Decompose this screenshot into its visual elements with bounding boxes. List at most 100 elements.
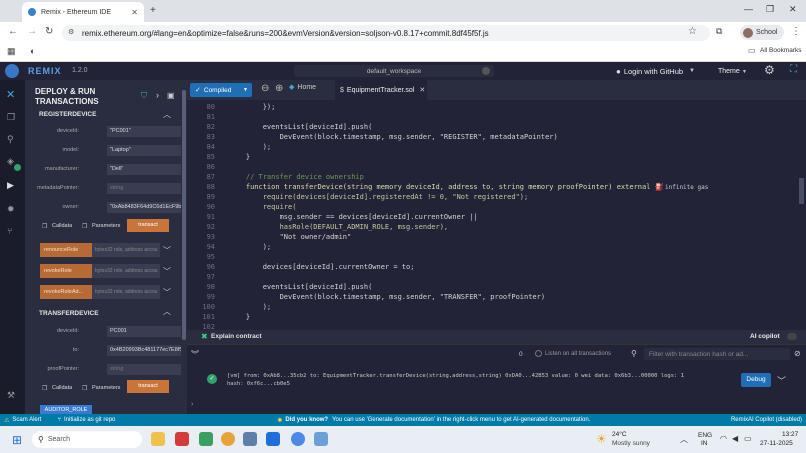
- code-line[interactable]: require(devices[deviceId].registeredAt !…: [229, 193, 529, 201]
- search-icon[interactable]: ⚲: [631, 349, 637, 358]
- copy-calldata-icon[interactable]: ❐: [42, 385, 47, 392]
- windows-start-icon[interactable]: ⊞: [12, 433, 22, 447]
- collapse-up-icon[interactable]: ︿: [163, 109, 171, 120]
- renounce-role-button[interactable]: renounceRole: [40, 243, 92, 257]
- browser-menu-icon[interactable]: ⋮: [791, 26, 801, 37]
- app-red-taskbar-icon[interactable]: [175, 432, 189, 446]
- search-icon[interactable]: ⚲: [7, 134, 14, 145]
- settings-gear-icon[interactable]: ⚙: [764, 63, 775, 77]
- wifi-icon[interactable]: ◠: [720, 434, 727, 443]
- notepad-taskbar-icon[interactable]: [314, 432, 328, 446]
- chrome-active-taskbar-icon[interactable]: [291, 432, 305, 446]
- new-tab-icon[interactable]: +: [150, 5, 156, 16]
- copy-parameters-icon[interactable]: ❐: [82, 223, 87, 230]
- browser-tab[interactable]: Remix - Ethereum IDE ✕: [22, 2, 144, 22]
- workspace-menu-icon[interactable]: [482, 67, 490, 75]
- url-input[interactable]: ⚙ remix.ethereum.org/#lang=en&optimize=f…: [62, 25, 710, 41]
- register-model-input[interactable]: "Laptop": [107, 145, 181, 156]
- code-line[interactable]: DevEvent(block.timestamp, msg.sender, "R…: [229, 133, 558, 141]
- code-line[interactable]: );: [229, 143, 271, 151]
- transfer-deviceid-input[interactable]: PC001: [107, 326, 181, 337]
- workspace-selector[interactable]: default_workspace: [294, 65, 494, 77]
- listen-checkbox[interactable]: [535, 350, 542, 357]
- reload-icon[interactable]: ↻: [45, 26, 53, 37]
- app-green-taskbar-icon[interactable]: [199, 432, 213, 446]
- tx-line-1[interactable]: [vm] from: 0xAb8...35cb2 to: EquipmentTr…: [227, 373, 684, 379]
- forward-icon[interactable]: →: [27, 26, 37, 37]
- taskbar-search-box[interactable]: ⚲ Search: [32, 431, 142, 448]
- fullscreen-icon[interactable]: ⛶: [790, 64, 797, 75]
- git-icon[interactable]: ⑂: [7, 226, 12, 236]
- debugger-icon[interactable]: ✹: [7, 204, 15, 215]
- zoom-in-icon[interactable]: ⊕: [275, 83, 283, 94]
- register-owner-input[interactable]: "0xAb8483F64d9C6d1EcF9b849Ae6: [107, 202, 181, 213]
- tx-line-2[interactable]: hash: 0xf6c...cb0e5: [227, 381, 290, 387]
- terminal-prompt-icon[interactable]: ›: [191, 401, 193, 408]
- tray-chevron-up-icon[interactable]: ︿: [680, 434, 688, 445]
- copy-calldata-icon[interactable]: ❐: [42, 223, 47, 230]
- shield-icon[interactable]: ⛉: [141, 91, 147, 101]
- file-explorer-taskbar-icon[interactable]: [151, 432, 165, 446]
- code-line[interactable]: function transferDevice(string memory de…: [229, 183, 659, 191]
- explain-contract-button[interactable]: Explain contract: [211, 333, 262, 340]
- renounce-role-input[interactable]: bytes32 role, address accou: [92, 243, 160, 257]
- chevron-down-icon[interactable]: ﹀: [163, 266, 171, 277]
- chevron-down-icon[interactable]: ﹀: [163, 245, 171, 256]
- all-bookmarks-link[interactable]: All Bookmarks: [760, 47, 802, 54]
- calldata-label[interactable]: Calldata: [52, 385, 72, 391]
- transfer-proof-input[interactable]: string: [107, 364, 181, 375]
- code-line[interactable]: });: [229, 103, 276, 111]
- calldata-label[interactable]: Calldata: [52, 223, 72, 229]
- clock-date[interactable]: 27-11-2025: [760, 440, 793, 447]
- remix-home-icon[interactable]: ✕: [6, 88, 15, 101]
- code-line[interactable]: // Transfer device ownership: [229, 173, 364, 181]
- revoke-role-button[interactable]: revokeRole: [40, 264, 92, 278]
- compile-button[interactable]: ✓ Compiled ▼: [190, 83, 252, 97]
- expand-tx-icon[interactable]: ﹀: [777, 374, 786, 387]
- chevron-down-icon[interactable]: ﹀: [163, 287, 171, 298]
- dock-panel-icon[interactable]: ▣: [167, 91, 175, 100]
- maximize-icon[interactable]: ❐: [766, 4, 774, 15]
- weather-icon[interactable]: ☀: [596, 432, 607, 446]
- register-transact-button[interactable]: transact: [127, 219, 169, 232]
- outlook-taskbar-icon[interactable]: [266, 432, 280, 446]
- apps-grid-icon[interactable]: ▦: [7, 46, 16, 57]
- chevron-down-icon[interactable]: ▼: [243, 87, 248, 93]
- copy-parameters-icon[interactable]: ❐: [82, 385, 87, 392]
- tab-equipment-tracker[interactable]: $ EquipmentTracker.sol ✕: [335, 80, 427, 100]
- code-line[interactable]: }: [229, 313, 250, 321]
- revoke-role-input[interactable]: bytes32 role, address accou: [92, 264, 160, 278]
- parameters-label[interactable]: Parameters: [92, 385, 120, 391]
- site-info-icon[interactable]: ⚙: [68, 28, 74, 36]
- file-explorer-icon[interactable]: ❐: [7, 112, 15, 123]
- theme-button[interactable]: Theme ▼: [718, 66, 747, 75]
- register-manufacturer-input[interactable]: "Dell": [107, 164, 181, 175]
- parameters-label[interactable]: Parameters: [92, 223, 120, 229]
- zoom-out-icon[interactable]: ⊖: [261, 83, 269, 94]
- back-icon[interactable]: ←: [8, 26, 18, 37]
- code-line[interactable]: "Not owner/admin": [229, 233, 352, 241]
- revoke-role-admin-button[interactable]: revokeRoleAd...: [40, 285, 92, 299]
- collapse-up-icon[interactable]: ︿: [163, 306, 171, 317]
- code-line[interactable]: }: [229, 153, 250, 161]
- scrollbar-thumb[interactable]: [182, 90, 186, 340]
- lang-line1[interactable]: ENG: [698, 432, 712, 439]
- clear-terminal-icon[interactable]: ⊘: [794, 349, 801, 358]
- clock-time[interactable]: 13:27: [782, 431, 798, 438]
- code-line[interactable]: msg.sender == devices[deviceId].currentO…: [229, 213, 478, 221]
- code-line[interactable]: );: [229, 243, 271, 251]
- transfer-to-input[interactable]: 0x4B20993Bc481177ec7E8f571ceCa: [107, 345, 181, 356]
- plugin-manager-icon[interactable]: ⚒: [7, 390, 15, 401]
- close-tab-icon[interactable]: ✕: [131, 8, 138, 17]
- volume-icon[interactable]: ◀: [732, 434, 738, 443]
- register-deviceid-input[interactable]: "PC001": [107, 126, 181, 137]
- globe-icon[interactable]: ◐: [30, 46, 35, 56]
- code-line[interactable]: DevEvent(block.timestamp, msg.sender, "T…: [229, 293, 546, 301]
- bookmark-star-icon[interactable]: ☆: [688, 26, 697, 37]
- close-window-icon[interactable]: ✕: [789, 4, 797, 15]
- settings-taskbar-icon[interactable]: [243, 432, 257, 446]
- profile-button[interactable]: School: [740, 25, 784, 40]
- transfer-transact-button[interactable]: transact: [127, 380, 169, 393]
- code-line[interactable]: eventsList[deviceId].push(: [229, 283, 373, 291]
- code-line[interactable]: hasRole(DEFAULT_ADMIN_ROLE, msg.sender),: [229, 223, 449, 231]
